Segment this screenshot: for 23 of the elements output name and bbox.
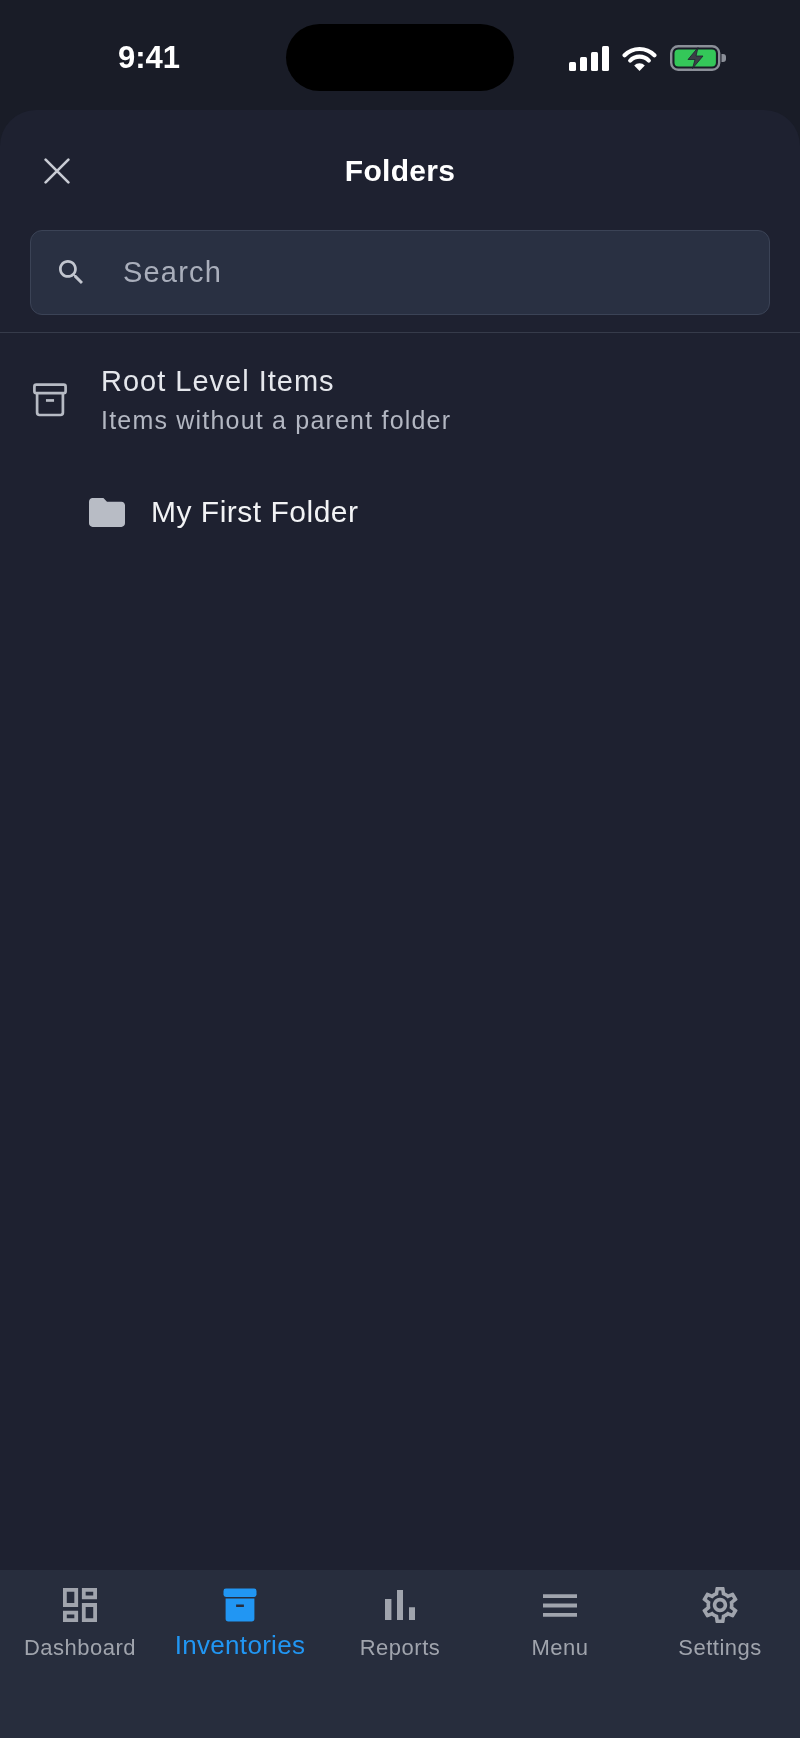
battery-charging-icon [669,45,726,71]
root-folder-item[interactable]: Root Level Items Items without a parent folder [32,363,452,437]
sheet-title: Folders [344,153,456,189]
close-icon [44,158,70,184]
signal-icon [568,45,609,71]
status-time: 9:41 [117,40,180,76]
search-field[interactable]: Search [30,230,770,315]
archive-box-icon [32,382,68,418]
search-icon [59,260,83,284]
nav-tab[interactable]: Dashboard [23,1587,137,1662]
folder-icon [89,497,125,527]
archive-box-icon [222,1587,258,1623]
settings-icon [702,1587,738,1623]
nav-tab[interactable]: Reports [359,1587,441,1662]
bar-chart-icon [385,1590,415,1620]
nav-tab[interactable]: Inventories [174,1587,306,1660]
close-button[interactable] [44,158,70,184]
folder-item[interactable]: My First Folder [89,492,359,532]
nav-tab[interactable]: Menu [531,1587,589,1662]
nav-tab[interactable]: Settings [678,1587,762,1662]
wifi-icon [621,45,657,71]
dashboard-icon [63,1588,97,1622]
menu-icon [543,1593,577,1617]
